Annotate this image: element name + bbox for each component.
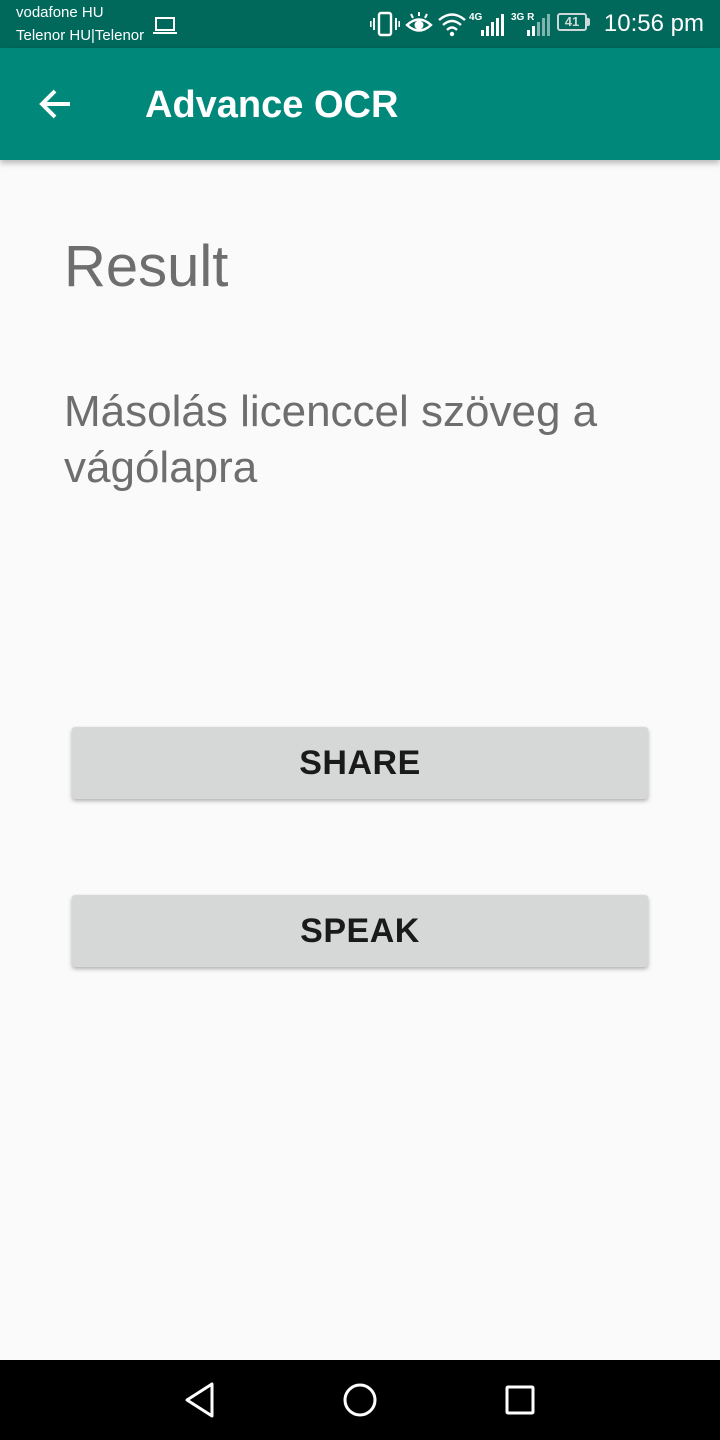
battery-level: 41: [557, 13, 587, 31]
speak-button[interactable]: SPEAK: [72, 895, 648, 967]
result-heading: Result: [64, 234, 229, 299]
network-type-label: 4G: [469, 12, 483, 23]
battery-icon: 41: [557, 13, 591, 33]
roaming-network-label: 3G R: [511, 12, 535, 23]
nav-back-button[interactable]: [170, 1374, 230, 1426]
recents-square-icon: [505, 1385, 535, 1415]
home-circle-icon: [343, 1383, 377, 1417]
wifi-icon: [438, 13, 466, 37]
recognized-text: Másolás licenccel szöveg a vágólapra: [64, 387, 598, 492]
app-bar: Advance OCR: [0, 48, 720, 160]
clock: 10:56 pm: [603, 10, 704, 37]
signal-icon: 4G: [469, 12, 504, 36]
status-bar: vodafone HU Telenor HU|Telenor 4G 3G R 4…: [0, 0, 720, 48]
arrow-left-icon: [39, 89, 70, 119]
navigation-bar: [0, 1360, 720, 1440]
back-button[interactable]: [24, 72, 88, 136]
carrier-primary: vodafone HU: [16, 4, 104, 21]
laptop-icon: [153, 17, 177, 34]
signal-roaming-icon: 3G R: [511, 12, 550, 36]
nav-recents-button[interactable]: [490, 1374, 550, 1426]
share-button[interactable]: SHARE: [72, 727, 648, 799]
nav-home-button[interactable]: [330, 1374, 390, 1426]
vibrate-icon: [370, 11, 400, 37]
back-triangle-icon: [185, 1382, 214, 1418]
carrier-secondary: Telenor HU|Telenor: [16, 27, 145, 44]
app-title: Advance OCR: [145, 84, 399, 126]
eye-icon: [405, 12, 433, 32]
